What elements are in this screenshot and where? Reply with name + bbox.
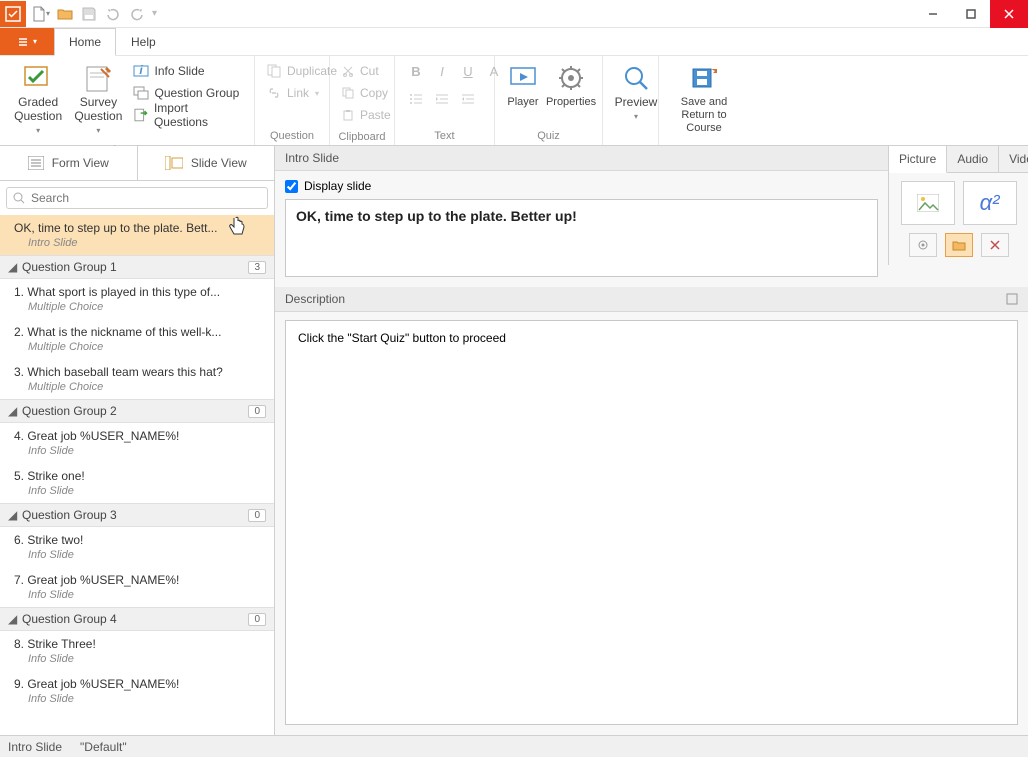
question-item[interactable]: 7. Great job %USER_NAME%!Info Slide <box>0 567 274 607</box>
tab-help[interactable]: Help <box>116 28 171 55</box>
ribbon-panel: Graded Question ▾ Survey Question ▾ i In… <box>0 56 1028 146</box>
ribbon-tab-strip: ▾ Home Help <box>0 28 1028 56</box>
intro-slide-item[interactable]: OK, time to step up to the plate. Bett..… <box>0 215 274 255</box>
qat-customize-icon[interactable]: ▾ <box>152 8 157 19</box>
new-file-icon[interactable]: ▾ <box>32 5 50 23</box>
left-panel: Form View Slide View OK, time to step up… <box>0 146 275 735</box>
intro-slide-header: Intro Slide <box>275 146 888 171</box>
indent-icon[interactable] <box>459 90 477 108</box>
file-tab[interactable]: ▾ <box>0 28 54 55</box>
expand-icon[interactable] <box>1006 293 1018 305</box>
redo-icon[interactable] <box>128 5 146 23</box>
question-item[interactable]: 3. Which baseball team wears this hat?Mu… <box>0 359 274 399</box>
italic-icon[interactable]: I <box>433 62 451 80</box>
status-template: "Default" <box>80 740 127 754</box>
group-header[interactable]: ◢Question Group 20 <box>0 399 274 423</box>
main-content: Form View Slide View OK, time to step up… <box>0 146 1028 735</box>
tab-audio[interactable]: Audio <box>947 146 999 172</box>
group-header[interactable]: ◢Question Group 13 <box>0 255 274 279</box>
status-bar: Intro Slide "Default" <box>0 735 1028 757</box>
question-item[interactable]: 4. Great job %USER_NAME%!Info Slide <box>0 423 274 463</box>
titlebar: ▾ ▾ <box>0 0 1028 28</box>
slide-list: OK, time to step up to the plate. Bett..… <box>0 215 274 735</box>
open-icon[interactable] <box>56 5 74 23</box>
tab-picture[interactable]: Picture <box>889 146 947 173</box>
maximize-button[interactable] <box>952 0 990 28</box>
import-questions-button[interactable]: Import Questions <box>129 104 246 126</box>
tab-home[interactable]: Home <box>54 28 116 56</box>
media-open-button[interactable] <box>945 233 973 257</box>
save-icon[interactable] <box>80 5 98 23</box>
search-icon <box>13 192 25 204</box>
group-label-clipboard: Clipboard <box>330 130 394 146</box>
media-delete-button[interactable] <box>981 233 1009 257</box>
close-button[interactable] <box>990 0 1028 28</box>
question-item[interactable]: 2. What is the nickname of this well-k..… <box>0 319 274 359</box>
outdent-icon[interactable] <box>433 90 451 108</box>
formula-thumbnail[interactable]: α² <box>963 181 1017 225</box>
survey-question-button[interactable]: Survey Question ▾ <box>68 60 128 139</box>
editor-panel: Intro Slide Display slide OK, time to st… <box>275 146 1028 735</box>
graded-question-button[interactable]: Graded Question ▾ <box>8 60 68 139</box>
media-settings-button[interactable] <box>909 233 937 257</box>
question-item[interactable]: 9. Great job %USER_NAME%!Info Slide <box>0 671 274 711</box>
quick-access-toolbar: ▾ ▾ <box>26 5 163 23</box>
group-label-text: Text <box>395 129 494 145</box>
player-button[interactable]: Player <box>503 60 543 111</box>
undo-icon[interactable] <box>104 5 122 23</box>
question-item[interactable]: 6. Strike two!Info Slide <box>0 527 274 567</box>
save-return-button[interactable]: Save and Return to Course <box>667 60 741 137</box>
tab-slide-view[interactable]: Slide View <box>138 146 275 180</box>
cut-button[interactable]: Cut <box>338 60 383 82</box>
minimize-button[interactable] <box>914 0 952 28</box>
bullet-list-icon[interactable] <box>407 90 425 108</box>
question-item[interactable]: 5. Strike one!Info Slide <box>0 463 274 503</box>
group-label-quiz: Quiz <box>495 129 602 145</box>
app-icon <box>0 1 26 27</box>
question-item[interactable]: 8. Strike Three!Info Slide <box>0 631 274 671</box>
group-header[interactable]: ◢Question Group 40 <box>0 607 274 631</box>
preview-button[interactable]: Preview▾ <box>611 60 661 125</box>
tab-video[interactable]: Video <box>999 146 1028 172</box>
description-textbox[interactable]: Click the "Start Quiz" button to proceed <box>285 320 1018 725</box>
description-header: Description <box>275 287 1028 312</box>
tab-form-view[interactable]: Form View <box>0 146 138 180</box>
copy-button[interactable]: Copy <box>338 82 392 104</box>
bold-icon[interactable]: B <box>407 62 425 80</box>
properties-button[interactable]: Properties <box>543 60 599 111</box>
info-slide-button[interactable]: i Info Slide <box>129 60 246 82</box>
link-button[interactable]: Link▾ <box>263 82 323 104</box>
paste-button[interactable]: Paste <box>338 104 395 126</box>
status-left: Intro Slide <box>8 740 62 754</box>
search-input[interactable] <box>31 191 261 205</box>
underline-icon[interactable]: U <box>459 62 477 80</box>
display-slide-checkbox[interactable]: Display slide <box>285 179 878 193</box>
question-item[interactable]: 1. What sport is played in this type of.… <box>0 279 274 319</box>
search-box[interactable] <box>6 187 268 209</box>
group-header[interactable]: ◢Question Group 30 <box>0 503 274 527</box>
window-controls <box>914 0 1028 28</box>
group-label-question: Question <box>255 129 329 145</box>
image-thumbnail[interactable] <box>901 181 955 225</box>
title-textbox[interactable]: OK, time to step up to the plate. Better… <box>285 199 878 277</box>
media-side-panel: Picture Audio Video α² <box>888 146 1028 287</box>
